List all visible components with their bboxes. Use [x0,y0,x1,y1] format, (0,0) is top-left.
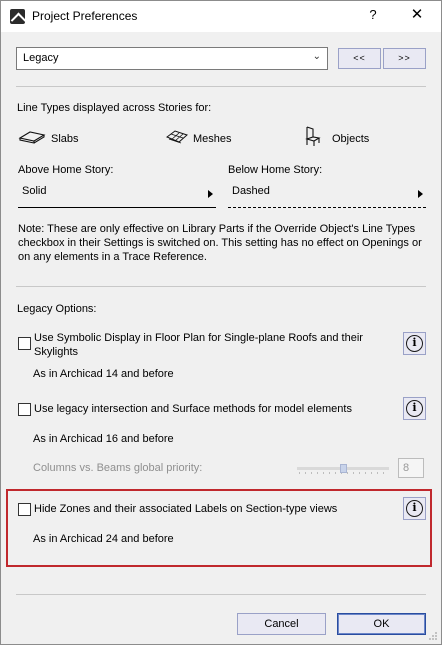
slider-tick [353,472,354,474]
hide-zones-checkbox[interactable] [18,503,31,516]
separator [16,286,426,287]
line-types-heading: Line Types displayed across Stories for: [17,102,212,114]
help-button[interactable]: ? [365,7,381,25]
page-select-value: Legacy [23,52,59,64]
symbolic-display-version-note: As in Archicad 14 and before [33,368,174,380]
priority-slider[interactable] [297,464,389,474]
slider-tick [329,472,330,474]
ok-button[interactable]: OK [337,613,426,635]
slider-tick [305,472,306,474]
below-home-story-select[interactable]: Dashed [228,181,426,209]
archicad-app-icon [10,9,25,24]
line-types-note: Note: These are only effective on Librar… [18,223,422,263]
solid-line-sample [18,207,216,208]
slider-tick [323,472,324,474]
slider-tick [359,472,360,474]
triangle-right-icon [208,190,213,198]
slab-icon [18,131,46,144]
title-bar: Project Preferences ? ✕ [1,1,441,32]
meshes-label: Meshes [193,133,232,145]
slider-tick [317,472,318,474]
window-title: Project Preferences [32,9,138,23]
legacy-intersection-label[interactable]: Use legacy intersection and Surface meth… [34,402,394,416]
slider-tick [371,472,372,474]
above-home-story-select[interactable]: Solid [18,181,216,209]
legacy-options-heading: Legacy Options: [17,303,97,315]
info-icon: i [406,500,423,517]
hide-zones-version-note: As in Archicad 24 and before [33,533,174,545]
separator [16,86,426,87]
previous-page-button[interactable]: << [338,48,381,69]
cancel-button[interactable]: Cancel [237,613,326,635]
mesh-icon [166,130,188,144]
next-page-button[interactable]: >> [383,48,426,69]
slabs-label: Slabs [51,133,79,145]
priority-label: Columns vs. Beams global priority: [33,462,203,474]
info-icon: i [406,335,423,352]
slider-tick [335,472,336,474]
symbolic-display-label[interactable]: Use Symbolic Display in Floor Plan for S… [34,331,389,359]
chair-icon [305,126,321,146]
above-home-story-value: Solid [22,185,47,197]
symbolic-display-checkbox[interactable] [18,337,31,350]
symbolic-display-info-button[interactable]: i [403,332,426,355]
highlight-frame [6,489,432,567]
separator [16,594,426,595]
hide-zones-info-button[interactable]: i [403,497,426,520]
triangle-right-icon [418,190,423,198]
dashed-line-sample [228,207,426,208]
above-home-story-label: Above Home Story: [18,164,114,176]
close-button[interactable]: ✕ [407,5,427,25]
slider-tick [365,472,366,474]
below-home-story-value: Dashed [232,185,270,197]
slider-tick [299,472,300,474]
resize-grip-icon[interactable] [428,631,438,641]
preferences-page-select[interactable]: Legacy ⌄ [16,47,328,70]
legacy-intersection-version-note: As in Archicad 16 and before [33,433,174,445]
chevron-down-icon: ⌄ [312,51,321,62]
info-icon: i [406,400,423,417]
slider-tick [311,472,312,474]
legacy-intersection-checkbox[interactable] [18,403,31,416]
slider-tick [383,472,384,474]
objects-label: Objects [332,133,370,145]
priority-value-field[interactable]: 8 [398,458,424,478]
project-preferences-dialog: Project Preferences ? ✕ Legacy ⌄ << >> L… [0,0,442,645]
legacy-intersection-info-button[interactable]: i [403,397,426,420]
slider-tick [377,472,378,474]
slider-tick [347,472,348,474]
slider-thumb[interactable] [340,464,347,473]
below-home-story-label: Below Home Story: [228,164,323,176]
hide-zones-label[interactable]: Hide Zones and their associated Labels o… [34,502,394,516]
